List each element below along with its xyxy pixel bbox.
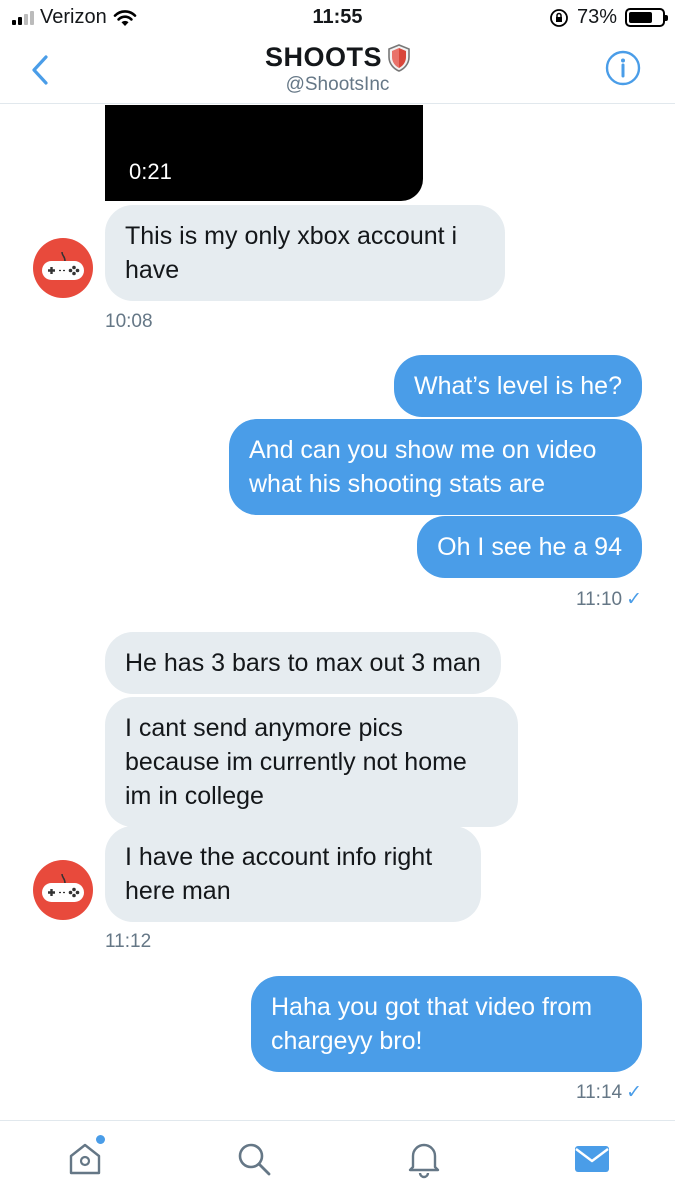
battery-icon xyxy=(625,8,668,27)
tab-search[interactable] xyxy=(232,1137,276,1181)
battery-percent: 73% xyxy=(576,6,617,28)
status-right: 73% xyxy=(549,6,668,29)
bell-icon xyxy=(408,1143,440,1179)
search-icon xyxy=(238,1143,271,1176)
avatar[interactable] xyxy=(33,860,93,920)
tab-notifications[interactable] xyxy=(402,1137,446,1181)
info-button[interactable] xyxy=(605,50,641,86)
message-timestamp: 11:14 xyxy=(575,1082,623,1103)
avatar[interactable] xyxy=(33,238,93,298)
mail-icon xyxy=(575,1146,609,1172)
message-bubble-outgoing[interactable]: And can you show me on video what his sh… xyxy=(229,419,642,515)
header-title-block[interactable]: SHOOTS @ShootsInc xyxy=(0,42,675,96)
orientation-lock-icon xyxy=(550,8,568,27)
account-handle: @ShootsInc xyxy=(285,74,390,95)
status-bar: Verizon 11:55 73% xyxy=(0,0,675,36)
tab-home[interactable] xyxy=(63,1135,107,1181)
message-bubble-incoming[interactable]: I cant send anymore pics because im curr… xyxy=(105,697,518,827)
gamepad-icon xyxy=(42,873,84,902)
message-timestamp: 10:08 xyxy=(105,311,153,332)
gamepad-icon xyxy=(42,251,84,280)
tab-messages[interactable] xyxy=(570,1137,614,1181)
video-duration: 0:21 xyxy=(129,159,172,184)
account-name: SHOOTS xyxy=(264,42,382,72)
notification-dot xyxy=(96,1135,105,1144)
read-check-icon: ✓ xyxy=(626,1082,642,1103)
tab-bar xyxy=(0,1120,675,1200)
message-bubble-outgoing[interactable]: Oh I see he a 94 xyxy=(417,516,642,578)
shield-logo-icon xyxy=(388,43,410,72)
message-bubble-incoming[interactable]: I have the account info right here man xyxy=(105,826,481,922)
read-check-icon: ✓ xyxy=(626,589,642,610)
video-attachment[interactable]: 0:21 xyxy=(105,105,423,201)
message-timestamp: 11:12 xyxy=(105,931,152,952)
message-bubble-outgoing[interactable]: What’s level is he? xyxy=(394,355,642,417)
message-thread[interactable]: 0:21 This is my only xbox account i have… xyxy=(0,105,675,1120)
page-title: SHOOTS xyxy=(265,42,410,73)
home-icon xyxy=(69,1143,101,1175)
message-bubble-incoming[interactable]: This is my only xbox account i have xyxy=(105,205,505,301)
message-timestamp-row: 11:10 ✓ xyxy=(576,588,642,611)
message-timestamp: 11:10 xyxy=(575,589,623,610)
message-timestamp-row: 11:14 ✓ xyxy=(576,1081,642,1104)
message-bubble-incoming[interactable]: He has 3 bars to max out 3 man xyxy=(105,632,501,694)
conversation-header: SHOOTS @ShootsInc xyxy=(0,36,675,104)
message-bubble-outgoing[interactable]: Haha you got that video from chargeyy br… xyxy=(251,976,642,1072)
info-icon xyxy=(605,50,641,86)
